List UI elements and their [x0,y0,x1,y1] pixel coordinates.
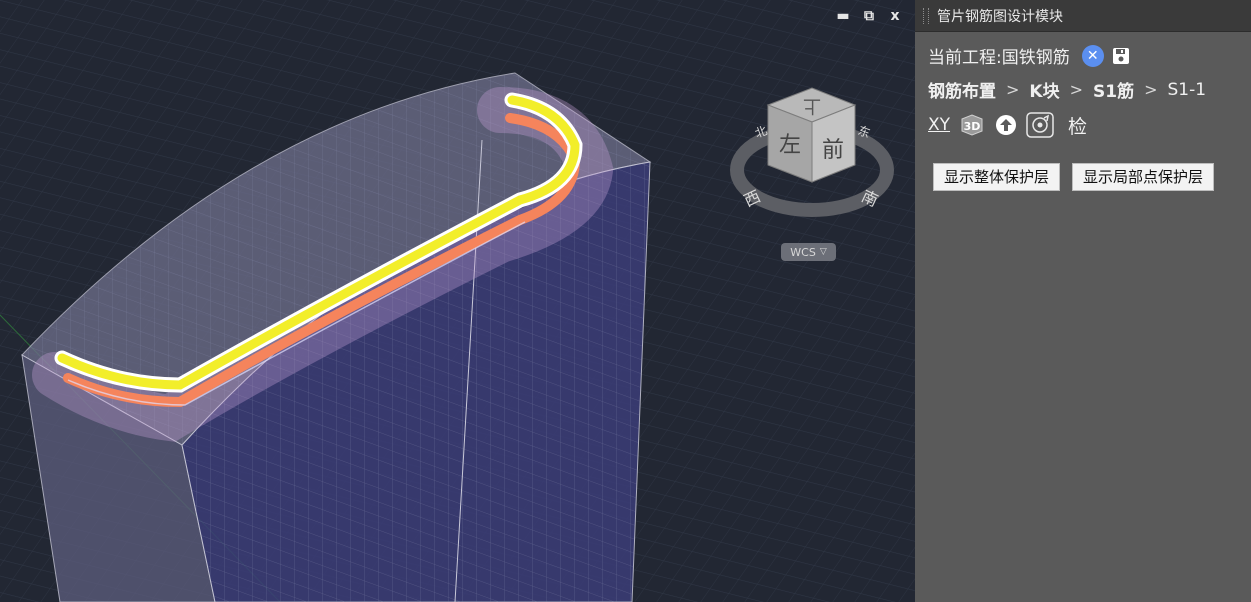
breadcrumb: 钢筋布置 > K块 > S1筋 > S1-1 [928,77,1206,103]
check-button[interactable]: 检 [1068,112,1087,138]
chevron-down-icon: ▽ [819,247,827,257]
3d-viewport[interactable]: 上 前 左 西 南 东 北 WCS ▽ ▬ ⧉ x [0,0,915,602]
chevron-right-icon: > [1069,80,1083,99]
rotate-view-button[interactable] [1026,112,1054,138]
rotate-target-icon [1026,112,1054,138]
grip-icon[interactable] [923,7,929,24]
save-icon[interactable] [1112,47,1130,65]
upload-button[interactable] [994,112,1018,138]
breadcrumb-k-block[interactable]: K块 [1029,77,1059,102]
xy-label: XY [928,115,951,135]
chevron-right-icon: > [1006,80,1020,99]
window-controls: ▬ ⧉ x [835,8,903,24]
show-local-cover-button[interactable]: 显示局部点保护层 [1072,163,1215,191]
current-project-row: 当前工程:国铁钢筋 ✕ [928,43,1130,68]
wcs-label: WCS [790,245,816,259]
arrow-up-circle-icon [996,115,1017,135]
viewcube-top-label: 上 [803,95,821,116]
protection-layer-buttons: 显示整体保护层 显示局部点保护层 [933,163,1215,191]
3d-label: 3D [964,120,981,133]
project-label: 当前工程:国铁钢筋 [928,48,1070,68]
viewcube-left-label: 左 [779,133,801,158]
3d-cube-icon: 3D [961,114,983,136]
close-icon[interactable]: x [887,8,903,24]
3d-scene[interactable]: 上 前 左 西 南 东 北 [0,0,915,602]
viewcube-front-label: 前 [822,138,844,163]
breadcrumb-s1-1[interactable]: S1-1 [1167,80,1206,100]
breadcrumb-rebar-layout[interactable]: 钢筋布置 [928,77,996,102]
toolbar: XY 3D 检 [928,112,1087,138]
3d-view-button[interactable]: 3D [958,112,986,138]
panel-title-bar[interactable]: 管片钢筋图设计模块 [915,0,1251,32]
design-panel: 管片钢筋图设计模块 当前工程:国铁钢筋 ✕ 钢筋布置 > K块 > S1筋 > … [915,0,1251,602]
show-overall-cover-button[interactable]: 显示整体保护层 [933,163,1061,191]
minimize-icon[interactable]: ▬ [835,8,851,24]
check-label: 检 [1068,115,1088,138]
wcs-dropdown[interactable]: WCS ▽ [781,243,836,261]
restore-icon[interactable]: ⧉ [861,8,877,24]
chevron-right-icon: > [1144,80,1158,99]
breadcrumb-s1-rebar[interactable]: S1筋 [1093,77,1134,102]
panel-title: 管片钢筋图设计模块 [937,8,1063,25]
xy-view-button[interactable]: XY [928,112,950,138]
close-project-icon[interactable]: ✕ [1081,44,1104,67]
